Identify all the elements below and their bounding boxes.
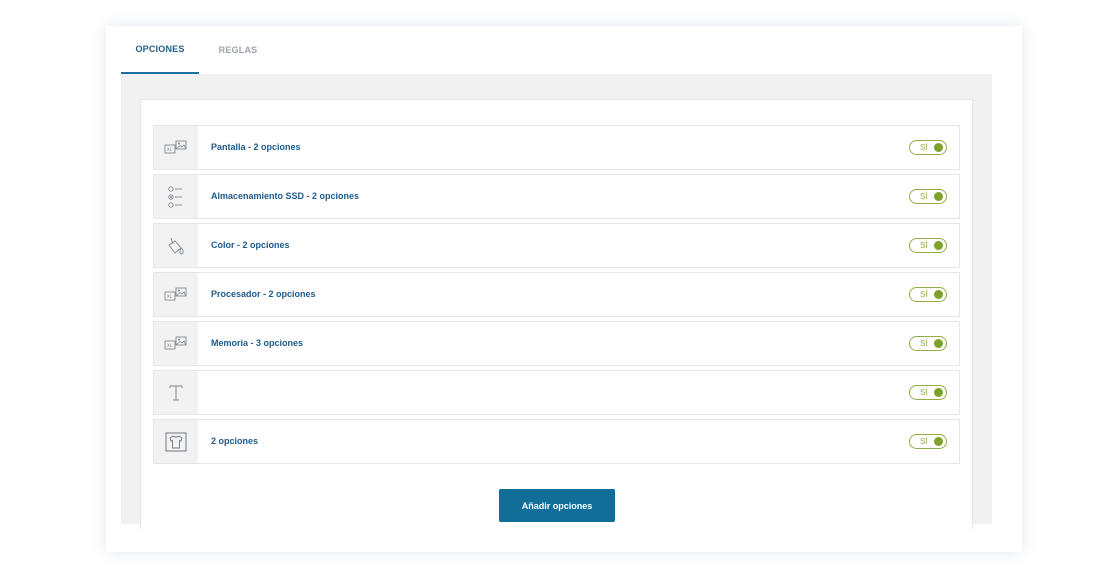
tab-reglas[interactable]: REGLAS — [199, 26, 277, 74]
option-label: Almacenamiento SSD - 2 opciones — [211, 191, 360, 201]
list-radio-icon — [154, 175, 198, 218]
enabled-toggle[interactable]: SÍ — [909, 434, 947, 449]
toggle-label: SÍ — [920, 143, 928, 152]
enabled-toggle[interactable]: SÍ — [909, 385, 947, 400]
option-label: Procesador - 2 opciones — [211, 289, 316, 299]
option-label: Memoria - 3 opciones — [211, 338, 304, 348]
svg-text:XL: XL — [167, 343, 173, 348]
svg-text:XL: XL — [167, 294, 173, 299]
option-row[interactable]: SÍ — [153, 370, 960, 415]
toggle-knob — [934, 192, 943, 201]
toggle-knob — [934, 143, 943, 152]
option-row[interactable]: Color - 2 opciones SÍ — [153, 223, 960, 268]
image-size-icon: XL — [154, 273, 198, 316]
option-row[interactable]: 2 opciones SÍ — [153, 419, 960, 464]
option-label: Color - 2 opciones — [211, 240, 290, 250]
toggle-label: SÍ — [920, 437, 928, 446]
enabled-toggle[interactable]: SÍ — [909, 287, 947, 302]
enabled-toggle[interactable]: SÍ — [909, 189, 947, 204]
tshirt-icon — [154, 420, 198, 463]
content-area: XL Pantalla - 2 opciones SÍ Almacenamien… — [121, 74, 992, 529]
option-row[interactable]: XL Pantalla - 2 opciones SÍ — [153, 125, 960, 170]
add-options-button[interactable]: Añadir opciones — [499, 489, 615, 522]
option-label: Pantalla - 2 opciones — [211, 142, 301, 152]
toggle-label: SÍ — [920, 241, 928, 250]
enabled-toggle[interactable]: SÍ — [909, 140, 947, 155]
toggle-knob — [934, 339, 943, 348]
toggle-knob — [934, 437, 943, 446]
toggle-knob — [934, 388, 943, 397]
option-row[interactable]: XL Procesador - 2 opciones SÍ — [153, 272, 960, 317]
svg-text:XL: XL — [167, 147, 173, 152]
option-row[interactable]: XL Memoria - 3 opciones SÍ — [153, 321, 960, 366]
paint-bucket-icon — [154, 224, 198, 267]
toggle-knob — [934, 241, 943, 250]
tab-opciones[interactable]: OPCIONES — [121, 26, 199, 74]
tab-bar: OPCIONES REGLAS — [121, 26, 277, 74]
text-icon — [154, 371, 198, 414]
toggle-label: SÍ — [920, 339, 928, 348]
options-card: OPCIONES REGLAS XL Pantalla - 2 opciones — [106, 26, 1022, 552]
image-size-icon: XL — [154, 322, 198, 365]
toggle-label: SÍ — [920, 290, 928, 299]
image-size-icon: XL — [154, 126, 198, 169]
toggle-knob — [934, 290, 943, 299]
option-row[interactable]: Almacenamiento SSD - 2 opciones SÍ — [153, 174, 960, 219]
enabled-toggle[interactable]: SÍ — [909, 336, 947, 351]
toggle-label: SÍ — [920, 192, 928, 201]
options-panel: XL Pantalla - 2 opciones SÍ Almacenamien… — [140, 99, 973, 529]
option-label: 2 opciones — [211, 436, 259, 446]
toggle-label: SÍ — [920, 388, 928, 397]
enabled-toggle[interactable]: SÍ — [909, 238, 947, 253]
